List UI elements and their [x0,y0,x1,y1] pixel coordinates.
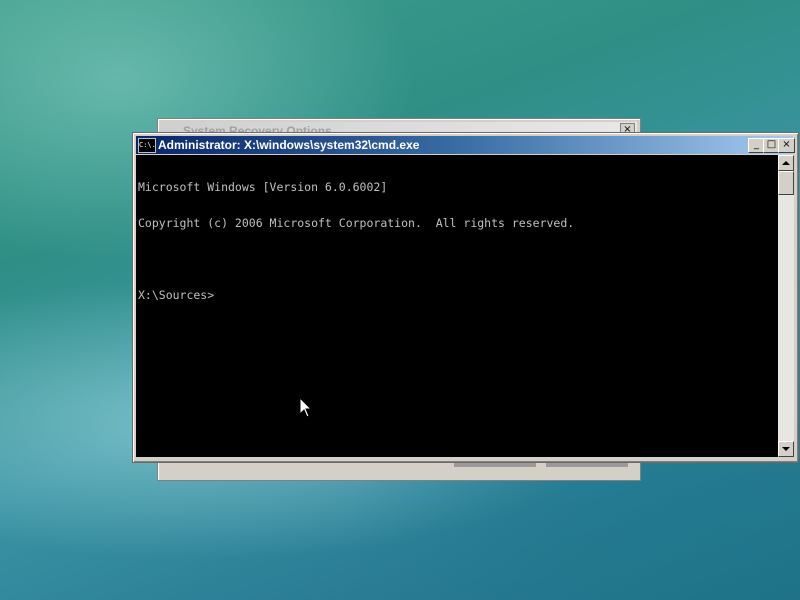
arrow-down-icon [782,447,790,451]
cmd-window[interactable]: C:\. Administrator: X:\windows\system32\… [132,132,799,463]
scroll-up-button[interactable] [778,155,794,171]
cmd-app-icon[interactable]: C:\. [138,138,156,153]
cmd-window-title: Administrator: X:\windows\system32\cmd.e… [158,138,420,152]
console-line: Copyright (c) 2006 Microsoft Corporation… [138,216,575,230]
arrow-up-icon [782,161,790,165]
mouse-pointer-icon [299,397,313,418]
vertical-scrollbar[interactable] [778,155,794,457]
scroll-down-button[interactable] [778,441,794,457]
scrollbar-thumb[interactable] [778,171,794,195]
close-button[interactable]: × [778,138,795,153]
console-line: Microsoft Windows [Version 6.0.6002] [138,180,388,194]
console-output[interactable]: Microsoft Windows [Version 6.0.6002] Cop… [136,155,778,457]
command-prompt[interactable]: X:\Sources> [138,289,778,301]
cmd-titlebar[interactable]: C:\. Administrator: X:\windows\system32\… [136,136,795,154]
